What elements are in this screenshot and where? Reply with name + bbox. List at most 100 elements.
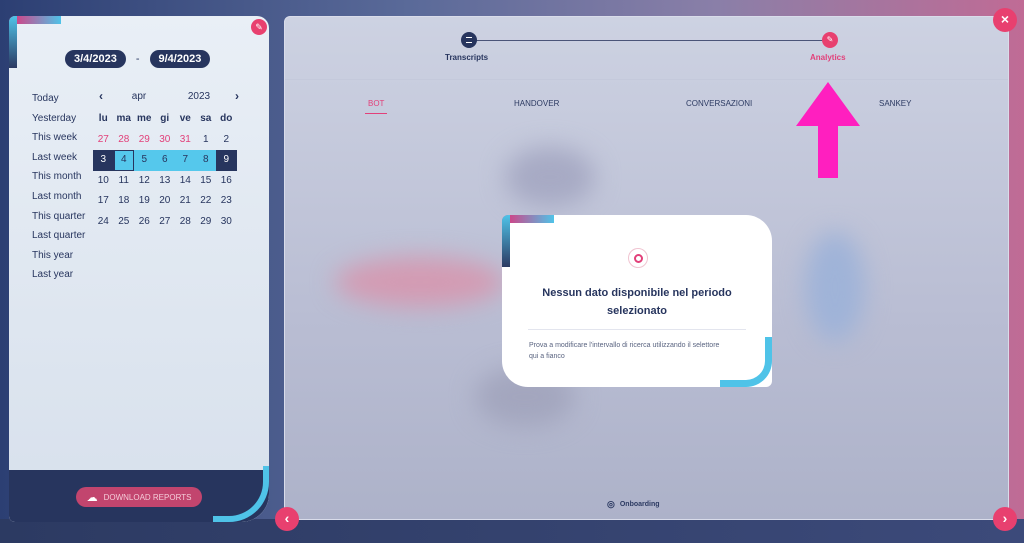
calendar-day[interactable]: 15 <box>196 171 217 192</box>
end-date-field[interactable]: 9/4/2023 <box>149 50 211 68</box>
download-reports-button[interactable]: ☁ DOWNLOAD REPORTS <box>76 487 202 507</box>
shortcut-this-year[interactable]: This year <box>32 246 85 266</box>
shortcut-last-week[interactable]: Last week <box>32 148 85 168</box>
calendar-day[interactable]: 10 <box>93 171 114 192</box>
calendar-day[interactable]: 28 <box>175 212 196 233</box>
date-separator: - <box>135 53 140 65</box>
analytics-tabs: BOT HANDOVER CONVERSAZIONI SANKEY <box>285 99 1008 115</box>
calendar-day[interactable]: 19 <box>134 191 155 212</box>
arrow-up-annotation-icon <box>796 82 860 178</box>
calendar-day[interactable]: 12 <box>134 171 155 192</box>
calendar-day[interactable]: 20 <box>155 191 176 212</box>
chevron-left-icon[interactable]: ‹ <box>93 89 109 103</box>
edit-icon[interactable]: ✎ <box>251 19 267 35</box>
shortcut-this-month[interactable]: This month <box>32 167 85 187</box>
background-blur <box>505 147 595 207</box>
tab-conversazioni[interactable]: CONVERSAZIONI <box>686 99 752 108</box>
calendar-day[interactable]: 25 <box>114 212 135 233</box>
onboarding-label: Onboarding <box>619 501 660 508</box>
close-icon[interactable]: × <box>993 8 1017 32</box>
globe-icon: ◎ <box>607 499 615 509</box>
calendar: ‹ apr 2023 › lu ma me gi ve sa do 27 28 … <box>93 87 245 232</box>
footer-arc-decoration <box>213 466 269 522</box>
corner-decoration <box>9 16 61 68</box>
calendar-day[interactable]: 27 <box>155 212 176 233</box>
shortcut-yesterday[interactable]: Yesterday <box>32 109 85 129</box>
calendar-day-today[interactable]: 4 <box>113 150 134 171</box>
tab-handover[interactable]: HANDOVER <box>514 99 559 108</box>
calendar-day[interactable]: 13 <box>155 171 176 192</box>
stepper-line <box>468 40 830 41</box>
weekday-label: sa <box>200 113 212 124</box>
calendar-day[interactable]: 26 <box>134 212 155 233</box>
calendar-day[interactable]: 21 <box>175 191 196 212</box>
calendar-day[interactable]: 28 <box>114 130 135 151</box>
weekday-label: me <box>137 113 152 124</box>
empty-state-description: Prova a modificare l'intervallo di ricer… <box>529 342 720 360</box>
calendar-day[interactable]: 7 <box>175 150 196 171</box>
calendar-day[interactable]: 1 <box>196 130 217 151</box>
chevron-right-icon[interactable]: › <box>229 89 245 103</box>
step-transcripts-icon[interactable] <box>461 32 477 48</box>
calendar-day-range-start[interactable]: 3 <box>93 150 114 171</box>
left-panel-footer: ☁ DOWNLOAD REPORTS <box>9 466 269 522</box>
cloud-download-icon: ☁ <box>86 491 98 504</box>
calendar-year[interactable]: 2023 <box>169 91 229 102</box>
empty-state-title: Nessun dato disponibile nel periodo sele… <box>542 287 732 317</box>
empty-state-icon <box>628 248 648 268</box>
stepper: Transcripts ✎ Analytics <box>285 17 1008 80</box>
tab-sankey[interactable]: SANKEY <box>879 99 911 108</box>
calendar-day[interactable]: 29 <box>134 130 155 151</box>
calendar-day[interactable]: 31 <box>175 130 196 151</box>
weekday-label: do <box>220 113 233 124</box>
shortcut-last-year[interactable]: Last year <box>32 265 85 285</box>
download-reports-label: DOWNLOAD REPORTS <box>103 492 192 502</box>
background-blur <box>335 257 505 307</box>
shortcut-this-week[interactable]: This week <box>32 128 85 148</box>
date-range: 3/4/2023 - 9/4/2023 <box>65 50 211 68</box>
calendar-day[interactable]: 24 <box>93 212 114 233</box>
calendar-day[interactable]: 16 <box>216 171 237 192</box>
calendar-day[interactable]: 6 <box>154 150 175 171</box>
shortcut-last-month[interactable]: Last month <box>32 187 85 207</box>
weekday-label: gi <box>160 113 170 124</box>
empty-state-card: Nessun dato disponibile nel periodo sele… <box>502 215 772 387</box>
date-filter-panel: ✎ 3/4/2023 - 9/4/2023 Today Yesterday Th… <box>9 16 269 522</box>
calendar-day[interactable]: 11 <box>114 171 135 192</box>
active-tab-indicator <box>365 113 387 114</box>
start-date-field[interactable]: 3/4/2023 <box>65 50 126 68</box>
step-analytics-label[interactable]: Analytics <box>810 53 846 62</box>
shortcut-today[interactable]: Today <box>32 89 85 109</box>
chevron-right-icon[interactable]: › <box>993 507 1017 531</box>
onboarding-link[interactable]: ◎ Onboarding <box>607 499 660 510</box>
step-analytics-icon[interactable]: ✎ <box>822 32 838 48</box>
calendar-month[interactable]: apr <box>109 91 169 102</box>
calendar-day[interactable]: 22 <box>196 191 217 212</box>
calendar-day[interactable]: 2 <box>216 130 237 151</box>
shortcut-last-quarter[interactable]: Last quarter <box>32 226 85 246</box>
calendar-day[interactable]: 5 <box>134 150 155 171</box>
calendar-day[interactable]: 17 <box>93 191 114 212</box>
weekday-label: lu <box>98 113 108 124</box>
calendar-day[interactable]: 30 <box>216 212 237 233</box>
calendar-day[interactable]: 14 <box>175 171 196 192</box>
calendar-day[interactable]: 18 <box>114 191 135 212</box>
weekday-label: ve <box>179 113 191 124</box>
calendar-day[interactable]: 29 <box>196 212 217 233</box>
divider <box>528 329 746 330</box>
shortcut-this-quarter[interactable]: This quarter <box>32 207 85 227</box>
calendar-day[interactable]: 27 <box>93 130 114 151</box>
calendar-day[interactable]: 8 <box>195 150 216 171</box>
calendar-day-range-end[interactable]: 9 <box>216 150 237 171</box>
weekday-label: ma <box>116 113 131 124</box>
tab-bot[interactable]: BOT <box>368 99 384 108</box>
date-shortcuts: Today Yesterday This week Last week This… <box>32 89 85 285</box>
calendar-header: ‹ apr 2023 › <box>93 87 245 105</box>
calendar-day[interactable]: 23 <box>216 191 237 212</box>
calendar-day[interactable]: 30 <box>155 130 176 151</box>
calendar-grid: lu ma me gi ve sa do 27 28 29 30 31 1 2 … <box>93 109 245 232</box>
background-blur <box>805 232 865 342</box>
step-transcripts-label[interactable]: Transcripts <box>445 53 488 62</box>
chevron-left-icon[interactable]: ‹ <box>275 507 299 531</box>
bottom-bar <box>0 519 1024 543</box>
